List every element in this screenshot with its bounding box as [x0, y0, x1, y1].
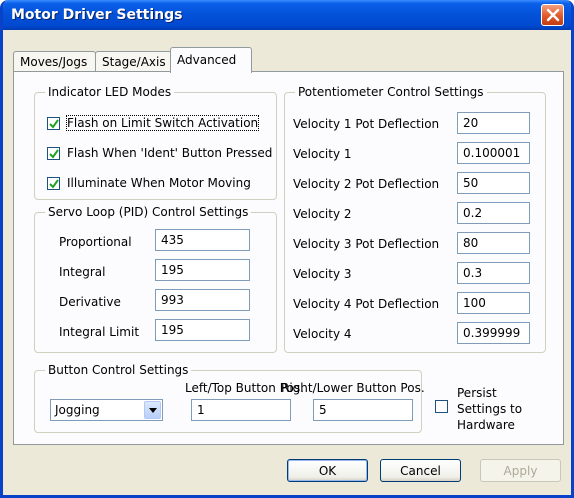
- vel4-pot-input[interactable]: 100: [457, 292, 530, 314]
- tab-label: Advanced: [177, 53, 237, 67]
- checkbox-label: Flash When 'Ident' Button Pressed: [67, 146, 273, 160]
- vel4-pot-label: Velocity 4 Pot Deflection: [293, 297, 440, 311]
- button-mode-value: Jogging: [55, 403, 100, 417]
- title-bar[interactable]: Motor Driver Settings: [3, 0, 571, 30]
- apply-button[interactable]: Apply: [480, 459, 561, 482]
- vel1-pot-input[interactable]: 20: [457, 112, 530, 134]
- vel3-label: Velocity 3: [293, 267, 352, 281]
- persist-label-line1: Persist: [457, 386, 497, 400]
- persist-to-hardware-checkbox[interactable]: Persist Settings to Hardware: [435, 386, 545, 436]
- proportional-label: Proportional: [59, 235, 132, 249]
- tab-label: Moves/Jogs: [20, 55, 88, 69]
- tab-advanced[interactable]: Advanced: [170, 47, 252, 73]
- vel3-pot-input[interactable]: 80: [457, 232, 530, 254]
- chevron-down-icon: [149, 408, 157, 413]
- tab-moves-jogs[interactable]: Moves/Jogs: [13, 51, 96, 72]
- led-modes-legend: Indicator LED Modes: [45, 85, 175, 99]
- checkbox-label: Illuminate When Motor Moving: [67, 176, 251, 190]
- vel2-label: Velocity 2: [293, 207, 352, 221]
- pid-legend: Servo Loop (PID) Control Settings: [45, 205, 252, 219]
- pot-settings-group: Potentiometer Control Settings Velocity …: [284, 85, 546, 353]
- vel3-pot-label: Velocity 3 Pot Deflection: [293, 237, 440, 251]
- button-control-group: Button Control Settings Jogging Left/Top…: [34, 363, 425, 433]
- right-lower-pos-label: Right/Lower Button Pos.: [281, 381, 425, 395]
- button-control-legend: Button Control Settings: [45, 363, 192, 377]
- ok-button[interactable]: OK: [287, 459, 368, 482]
- vel2-pot-input[interactable]: 50: [457, 172, 530, 194]
- cancel-button[interactable]: Cancel: [380, 459, 461, 482]
- checkbox-label: Flash on Limit Switch Activation: [65, 115, 260, 131]
- derivative-input[interactable]: 993: [155, 289, 250, 311]
- led-modes-group: Indicator LED Modes Flash on Limit Switc…: [34, 85, 277, 200]
- derivative-label: Derivative: [59, 295, 121, 309]
- vel3-input[interactable]: 0.3: [457, 262, 530, 284]
- pot-legend: Potentiometer Control Settings: [295, 85, 487, 99]
- button-mode-select[interactable]: Jogging: [50, 399, 163, 421]
- window-title: Motor Driver Settings: [11, 7, 183, 23]
- vel1-input[interactable]: 0.100001: [457, 142, 530, 164]
- dialog-window: Motor Driver Settings Moves/Jogs Stage/A…: [0, 0, 574, 498]
- vel2-pot-label: Velocity 2 Pot Deflection: [293, 177, 440, 191]
- close-icon: [546, 8, 560, 22]
- checkmark-icon: [49, 149, 59, 159]
- advanced-tab-panel: Indicator LED Modes Flash on Limit Switc…: [13, 71, 564, 445]
- close-button[interactable]: [541, 4, 564, 26]
- checkbox-box[interactable]: [47, 147, 60, 160]
- integral-input[interactable]: 195: [155, 259, 250, 281]
- persist-label-line2: Settings to: [457, 402, 523, 416]
- proportional-input[interactable]: 435: [155, 229, 250, 251]
- left-top-pos-input[interactable]: 1: [191, 399, 291, 421]
- checkmark-icon: [49, 119, 59, 129]
- tab-label: Stage/Axis: [102, 55, 166, 69]
- integral-limit-label: Integral Limit: [59, 325, 140, 339]
- persist-label-line3: Hardware: [457, 418, 515, 432]
- vel4-input[interactable]: 0.399999: [457, 322, 530, 344]
- integral-label: Integral: [59, 265, 106, 279]
- checkbox-box[interactable]: [47, 117, 60, 130]
- checkmark-icon: [49, 179, 59, 189]
- right-lower-pos-input[interactable]: 5: [313, 399, 413, 421]
- dropdown-arrow-button[interactable]: [144, 401, 161, 419]
- checkbox-box[interactable]: [435, 400, 448, 413]
- tab-stage-axis[interactable]: Stage/Axis: [95, 51, 172, 72]
- pid-settings-group: Servo Loop (PID) Control Settings Propor…: [34, 205, 277, 353]
- vel1-pot-label: Velocity 1 Pot Deflection: [293, 117, 440, 131]
- vel4-label: Velocity 4: [293, 327, 352, 341]
- integral-limit-input[interactable]: 195: [155, 319, 250, 341]
- checkbox-box[interactable]: [47, 177, 60, 190]
- vel2-input[interactable]: 0.2: [457, 202, 530, 224]
- vel1-label: Velocity 1: [293, 147, 352, 161]
